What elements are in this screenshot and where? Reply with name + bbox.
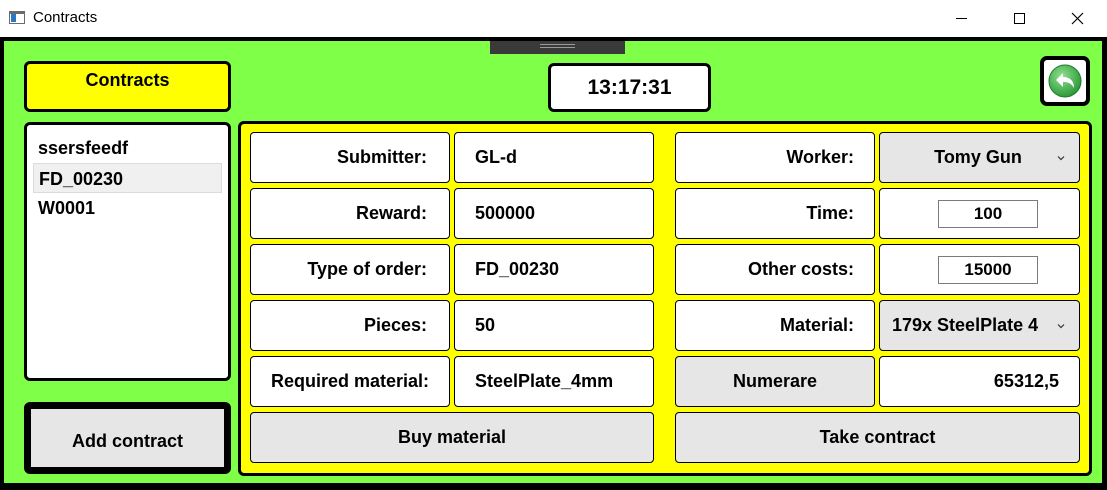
worker-label: Worker: [675, 132, 875, 183]
other-costs-field-container: 15000 [879, 244, 1080, 295]
other-costs-label: Other costs: [675, 244, 875, 295]
clock-display: 13:17:31 [548, 63, 711, 112]
submitter-value: GL-d [454, 132, 654, 183]
main-frame: Contracts 13:17:31 ssersfeedf FD_00230 W… [0, 37, 1107, 490]
back-button[interactable] [1040, 56, 1090, 106]
buy-material-button[interactable]: Buy material [250, 412, 654, 463]
title-bar: Contracts [0, 0, 1107, 37]
drag-grip[interactable] [490, 41, 625, 54]
add-contract-label: Add contract [31, 409, 224, 467]
material-selected-value: 179x SteelPlate 4 [892, 315, 1039, 335]
minimize-button[interactable] [932, 0, 990, 37]
add-contract-button[interactable]: Add contract [24, 402, 231, 474]
window-title: Contracts [33, 9, 98, 26]
chevron-down-icon [1057, 323, 1065, 328]
time-input[interactable]: 100 [938, 200, 1038, 228]
contract-list[interactable]: ssersfeedf FD_00230 W0001 [24, 122, 231, 381]
list-item[interactable]: FD_00230 [33, 163, 222, 193]
list-item[interactable]: W0001 [33, 193, 222, 223]
minimize-icon [955, 18, 967, 19]
pieces-value: 50 [454, 300, 654, 351]
submitter-label: Submitter: [250, 132, 450, 183]
worker-selected-value: Tomy Gun [934, 147, 1022, 167]
numerare-button[interactable]: Numerare [675, 356, 875, 407]
reward-label: Reward: [250, 188, 450, 239]
other-costs-input[interactable]: 15000 [938, 256, 1038, 284]
take-contract-button[interactable]: Take contract [675, 412, 1080, 463]
app-window-icon [9, 11, 25, 24]
material-label: Material: [675, 300, 875, 351]
list-item[interactable]: ssersfeedf [33, 133, 222, 163]
worker-dropdown[interactable]: Tomy Gun [879, 132, 1080, 183]
maximize-button[interactable] [990, 0, 1048, 37]
app-background: Contracts 13:17:31 ssersfeedf FD_00230 W… [4, 41, 1102, 483]
material-dropdown[interactable]: 179x SteelPlate 4 [879, 300, 1080, 351]
time-field-container: 100 [879, 188, 1080, 239]
time-label: Time: [675, 188, 875, 239]
close-icon [1071, 12, 1083, 25]
chevron-down-icon [1057, 155, 1065, 160]
pieces-label: Pieces: [250, 300, 450, 351]
close-button[interactable] [1048, 0, 1106, 37]
contracts-header: Contracts [24, 61, 231, 112]
required-material-value: SteelPlate_4mm [454, 356, 654, 407]
maximize-icon [1013, 13, 1025, 24]
order-type-value: FD_00230 [454, 244, 654, 295]
numerare-value: 65312,5 [879, 356, 1080, 407]
back-arrow-icon [1048, 64, 1082, 98]
order-type-label: Type of order: [250, 244, 450, 295]
reward-value: 500000 [454, 188, 654, 239]
required-material-label: Required material: [250, 356, 450, 407]
contract-details-panel: Submitter: GL-d Reward: 500000 Type of o… [238, 121, 1092, 476]
